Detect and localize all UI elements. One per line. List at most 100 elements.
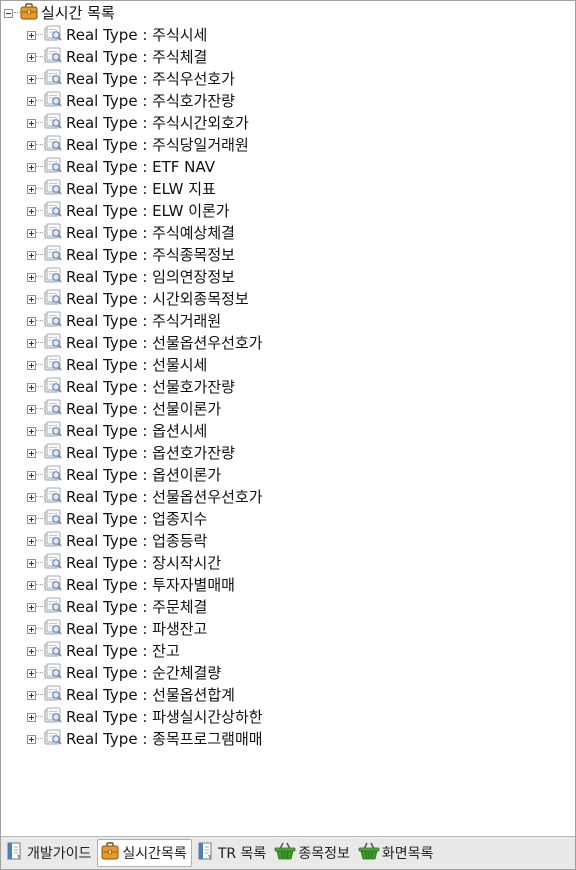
realtime-type-icon — [43, 641, 63, 662]
tree-item[interactable]: Real Type : ELW 이론가 — [27, 200, 230, 222]
tab-4[interactable]: 종목정보 — [272, 840, 354, 866]
expand-icon[interactable] — [27, 602, 36, 612]
realtime-type-icon — [43, 135, 63, 156]
tree-item[interactable]: Real Type : 옵션시세 — [27, 420, 207, 442]
expand-icon[interactable] — [27, 580, 36, 590]
tree-item-label: Real Type : ETF NAV — [66, 158, 215, 176]
realtime-type-icon — [43, 157, 63, 178]
expand-icon[interactable] — [27, 492, 36, 502]
tree-item[interactable]: Real Type : 주식거래원 — [27, 310, 221, 332]
tree-item-label: Real Type : 선물호가잔량 — [66, 378, 235, 396]
expand-icon[interactable] — [27, 712, 36, 722]
expand-icon[interactable] — [27, 184, 36, 194]
expand-icon[interactable] — [27, 96, 36, 106]
expand-icon[interactable] — [27, 448, 36, 458]
tree-item[interactable]: Real Type : 주식예상체결 — [27, 222, 235, 244]
tree-item[interactable]: Real Type : 선물이론가 — [27, 398, 221, 420]
tree-item[interactable]: Real Type : 파생실시간상하한 — [27, 706, 263, 728]
tree-item-label: Real Type : 잔고 — [66, 642, 180, 660]
realtime-type-icon — [43, 729, 63, 750]
tab-5[interactable]: 화면목록 — [356, 840, 438, 866]
tree-item[interactable]: Real Type : 선물옵션우선호가 — [27, 332, 263, 354]
expand-icon[interactable] — [27, 690, 36, 700]
expand-icon[interactable] — [27, 536, 36, 546]
expand-icon[interactable] — [27, 206, 36, 216]
tree-item[interactable]: Real Type : 임의연장정보 — [27, 266, 235, 288]
expand-icon[interactable] — [27, 646, 36, 656]
tree-item-label: Real Type : 선물이론가 — [66, 400, 222, 418]
expand-icon[interactable] — [27, 514, 36, 524]
tree-item[interactable]: Real Type : ETF NAV — [27, 156, 215, 178]
expand-icon[interactable] — [27, 52, 36, 62]
expand-icon[interactable] — [27, 118, 36, 128]
tree-item[interactable]: Real Type : 선물호가잔량 — [27, 376, 235, 398]
expand-icon[interactable] — [27, 272, 36, 282]
tree-root-node[interactable]: 실시간 목록 — [4, 2, 115, 24]
tree-item-label: Real Type : 주식체결 — [66, 48, 208, 66]
tree-item[interactable]: Real Type : 주식종목정보 — [27, 244, 235, 266]
tree-item-label: Real Type : 옵션호가잔량 — [66, 444, 235, 462]
tree-item[interactable]: Real Type : 옵션이론가 — [27, 464, 221, 486]
tree-item-label: Real Type : 선물시세 — [66, 356, 208, 374]
tree-item-label: Real Type : 주식우선호가 — [66, 70, 235, 88]
realtime-type-icon — [43, 267, 63, 288]
tree-item[interactable]: Real Type : 파생잔고 — [27, 618, 207, 640]
tab-label: 종목정보 — [298, 846, 350, 862]
tree-item-label: Real Type : 선물옵션우선호가 — [66, 488, 263, 506]
realtime-list-panel: 실시간 목록 Real Type : 주식시세 Real Type : 주식체결 R… — [0, 0, 576, 870]
tree-item[interactable]: Real Type : 업종지수 — [27, 508, 207, 530]
tree-item-label: Real Type : ELW 지표 — [66, 180, 216, 198]
expand-icon[interactable] — [27, 470, 36, 480]
expand-icon[interactable] — [27, 316, 36, 326]
tab-1[interactable]: 개발가이드 — [3, 840, 95, 866]
expand-icon[interactable] — [27, 668, 36, 678]
tree-item[interactable]: Real Type : 주식호가잔량 — [27, 90, 235, 112]
expand-icon[interactable] — [27, 294, 36, 304]
tab-2[interactable]: 실시간목록 — [97, 839, 192, 867]
expand-icon[interactable] — [27, 558, 36, 568]
tree-item[interactable]: Real Type : 투자자별매매 — [27, 574, 235, 596]
expand-icon[interactable] — [27, 624, 36, 634]
realtime-type-icon — [43, 553, 63, 574]
tree-item[interactable]: Real Type : 잔고 — [27, 640, 180, 662]
tree-item[interactable]: Real Type : ELW 지표 — [27, 178, 216, 200]
tree-item[interactable]: Real Type : 주식당일거래원 — [27, 134, 249, 156]
realtime-type-icon — [43, 707, 63, 728]
expand-icon[interactable] — [27, 360, 36, 370]
expand-icon[interactable] — [27, 140, 36, 150]
tree-item[interactable]: Real Type : 선물시세 — [27, 354, 207, 376]
expand-icon[interactable] — [27, 74, 36, 84]
expand-icon[interactable] — [27, 228, 36, 238]
tree-item-label: Real Type : 선물옵션우선호가 — [66, 334, 263, 352]
tree-item[interactable]: Real Type : 옵션호가잔량 — [27, 442, 235, 464]
realtime-type-icon — [43, 179, 63, 200]
realtime-tree[interactable]: 실시간 목록 Real Type : 주식시세 Real Type : 주식체결 R… — [1, 1, 575, 837]
tree-item[interactable]: Real Type : 주식우선호가 — [27, 68, 235, 90]
tree-item[interactable]: Real Type : 종목프로그램매매 — [27, 728, 263, 750]
realtime-type-icon — [43, 487, 63, 508]
tree-item[interactable]: Real Type : 주식시간외호가 — [27, 112, 249, 134]
tree-item[interactable]: Real Type : 주식시세 — [27, 24, 207, 46]
expand-icon[interactable] — [27, 338, 36, 348]
tree-item[interactable]: Real Type : 장시작시간 — [27, 552, 221, 574]
tree-item[interactable]: Real Type : 선물옵션합계 — [27, 684, 235, 706]
tree-item[interactable]: Real Type : 선물옵션우선호가 — [27, 486, 263, 508]
expand-icon[interactable] — [27, 734, 36, 744]
collapse-icon[interactable] — [4, 8, 13, 18]
expand-icon[interactable] — [27, 30, 36, 40]
tab-3[interactable]: TR 목록 — [194, 840, 271, 866]
tree-item[interactable]: Real Type : 주식체결 — [27, 46, 207, 68]
expand-icon[interactable] — [27, 162, 36, 172]
realtime-type-icon — [43, 25, 63, 46]
realtime-type-icon — [43, 91, 63, 112]
tree-item[interactable]: Real Type : 업종등락 — [27, 530, 207, 552]
expand-icon[interactable] — [27, 426, 36, 436]
expand-icon[interactable] — [27, 382, 36, 392]
tree-item[interactable]: Real Type : 주문체결 — [27, 596, 207, 618]
realtime-type-icon — [43, 223, 63, 244]
expand-icon[interactable] — [27, 250, 36, 260]
tree-item[interactable]: Real Type : 순간체결량 — [27, 662, 221, 684]
tree-item-label: Real Type : 주식당일거래원 — [66, 136, 249, 154]
expand-icon[interactable] — [27, 404, 36, 414]
tree-item[interactable]: Real Type : 시간외종목정보 — [27, 288, 249, 310]
